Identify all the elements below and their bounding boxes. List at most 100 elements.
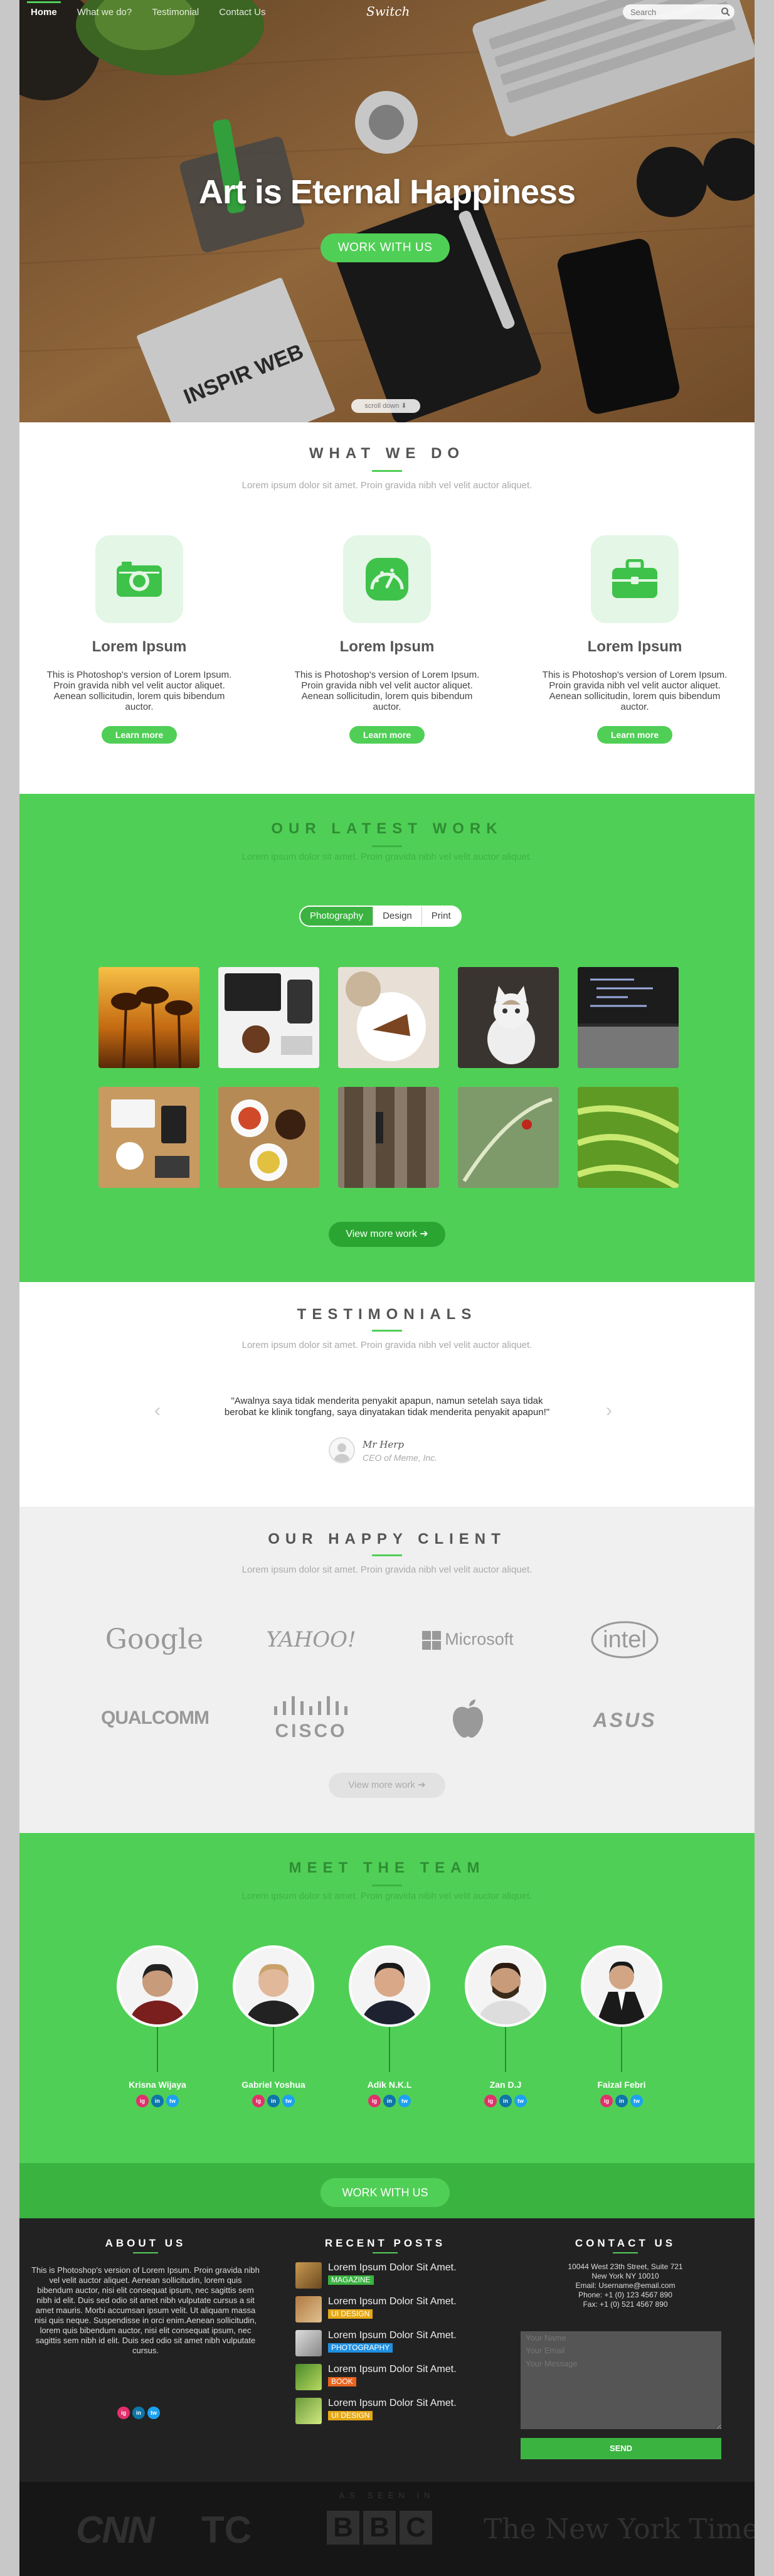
send-button[interactable]: SEND	[521, 2438, 721, 2459]
team-member: Krisna Wijaya ig in tw	[107, 1945, 208, 2107]
twitter-icon[interactable]: tw	[166, 2095, 179, 2107]
briefcase-icon	[591, 535, 679, 623]
bbc-letter-c: C	[400, 2511, 432, 2545]
recent-post[interactable]: Lorem Ipsum Dolor Sit Amet. MAGAZINE	[295, 2262, 457, 2290]
testimonial-author: Mr Herp	[363, 1439, 405, 1450]
instagram-icon[interactable]: ig	[368, 2095, 381, 2107]
title-divider	[372, 845, 402, 847]
linkedin-icon[interactable]: in	[615, 2095, 628, 2107]
message-field[interactable]	[521, 2356, 721, 2429]
recent-post[interactable]: Lorem Ipsum Dolor Sit Amet. UI DESIGN	[295, 2296, 457, 2324]
search-input[interactable]	[623, 4, 734, 19]
twitter-icon[interactable]: tw	[282, 2095, 295, 2107]
team-member-photo[interactable]	[117, 1945, 198, 2027]
what-we-do-title: WHAT WE DO	[309, 445, 465, 462]
nav-what-we-do[interactable]: What we do?	[77, 3, 132, 22]
recent-post[interactable]: Lorem Ipsum Dolor Sit Amet. UI DESIGN	[295, 2398, 457, 2425]
team-work-with-us-button[interactable]: WORK WITH US	[321, 2178, 450, 2207]
view-more-work-button[interactable]: View more work ➔	[329, 1222, 445, 1247]
camera-icon	[95, 535, 183, 623]
gallery-thumb-green-leaves[interactable]	[578, 1087, 679, 1188]
latest-work-subtitle: Lorem ipsum dolor sit amet. Proin gravid…	[241, 852, 533, 862]
title-divider	[372, 1554, 402, 1556]
top-nav: Home What we do? Testimonial Contact Us …	[19, 0, 755, 24]
techcrunch-logo: TC	[201, 2509, 252, 2551]
testimonial-next-arrow[interactable]: ›	[606, 1400, 612, 1421]
cnn-logo: CNN	[76, 2509, 155, 2551]
gallery-thumb-kitten[interactable]	[458, 967, 559, 1068]
scroll-down-button[interactable]: scroll down ⬇	[351, 399, 420, 413]
linkedin-icon[interactable]: in	[151, 2095, 164, 2107]
twitter-icon[interactable]: tw	[398, 2095, 411, 2107]
linkedin-icon[interactable]: in	[383, 2095, 396, 2107]
team-member-name: Krisna Wijaya	[129, 2080, 186, 2090]
learn-more-button[interactable]: Learn more	[349, 726, 425, 744]
team-member-photo[interactable]	[465, 1945, 546, 2027]
team-member-photo[interactable]	[349, 1945, 430, 2027]
twitter-icon[interactable]: tw	[630, 2095, 643, 2107]
recent-post[interactable]: Lorem Ipsum Dolor Sit Amet. PHOTOGRAPHY	[295, 2330, 457, 2358]
service-title: Lorem Ipsum	[92, 638, 187, 655]
team-member-photo[interactable]	[581, 1945, 662, 2027]
testimonial-prev-arrow[interactable]: ‹	[154, 1400, 161, 1421]
team-member: Faizal Febri ig in tw	[571, 1945, 672, 2107]
dashboard-icon	[343, 535, 431, 623]
microsoft-logo: Microsoft	[415, 1630, 521, 1650]
filter-design[interactable]: Design	[373, 907, 421, 926]
gallery-thumb-desk-workspace[interactable]	[218, 967, 319, 1068]
nav-contact-us[interactable]: Contact Us	[219, 3, 265, 22]
post-tag: PHOTOGRAPHY	[328, 2343, 393, 2353]
filter-photography[interactable]: Photography	[300, 907, 373, 926]
instagram-icon[interactable]: ig	[484, 2095, 497, 2107]
brand-logo[interactable]: Switch	[366, 4, 410, 19]
service-text: This is Photoshop's version of Lorem Ips…	[294, 670, 480, 712]
clients-view-more-button[interactable]: View more work ➔	[329, 1773, 445, 1798]
team-member-social: ig in tw	[339, 2095, 440, 2107]
title-divider	[372, 1884, 402, 1886]
testimonial-role: CEO of Meme, Inc.	[363, 1453, 438, 1463]
post-tag: UI DESIGN	[328, 2411, 373, 2420]
instagram-icon[interactable]: ig	[600, 2095, 613, 2107]
team-title: MEET THE TEAM	[289, 1859, 485, 1876]
gallery-thumb-laptop-code[interactable]	[578, 967, 679, 1068]
cisco-logo: CISCO	[258, 1695, 364, 1742]
gallery-thumb-food-table[interactable]	[218, 1087, 319, 1188]
linkedin-icon[interactable]: in	[132, 2407, 145, 2419]
gallery-thumb-flatlay-desk[interactable]	[98, 1087, 199, 1188]
gallery-thumb-ladybug-leaf[interactable]	[458, 1087, 559, 1188]
post-thumbnail	[295, 2330, 322, 2356]
learn-more-button[interactable]: Learn more	[597, 726, 672, 744]
team-connector-line	[157, 2027, 158, 2072]
instagram-icon[interactable]: ig	[136, 2095, 149, 2107]
team-member-name: Faizal Febri	[597, 2080, 646, 2090]
recent-post[interactable]: Lorem Ipsum Dolor Sit Amet. BOOK	[295, 2364, 457, 2392]
hero-work-with-us-button[interactable]: WORK WITH US	[321, 233, 450, 262]
as-seen-in-section: AS SEEN IN CNN TC B B C The New York Tim…	[19, 2482, 755, 2576]
linkedin-icon[interactable]: in	[267, 2095, 280, 2107]
title-divider	[372, 1330, 402, 1332]
team-connector-line	[273, 2027, 274, 2072]
hero-title: Art is Eternal Happiness	[198, 173, 576, 211]
email-field[interactable]	[521, 2344, 721, 2356]
instagram-icon[interactable]: ig	[252, 2095, 265, 2107]
gallery-thumb-cake-coffee[interactable]	[338, 967, 439, 1068]
post-thumbnail	[295, 2398, 322, 2424]
name-field[interactable]	[521, 2331, 721, 2344]
team-section: MEET THE TEAM Lorem ipsum dolor sit amet…	[19, 1833, 755, 2163]
linkedin-icon[interactable]: in	[499, 2095, 512, 2107]
gallery-thumb-sunset-trees[interactable]	[98, 967, 199, 1068]
footer-social: ig in tw	[117, 2407, 160, 2419]
nyt-logo: The New York Times	[484, 2513, 755, 2545]
instagram-icon[interactable]: ig	[117, 2407, 130, 2419]
team-member-photo[interactable]	[233, 1945, 314, 2027]
nav-testimonial[interactable]: Testimonial	[152, 3, 199, 22]
learn-more-button[interactable]: Learn more	[102, 726, 177, 744]
as-seen-in-title: AS SEEN IN	[339, 2491, 435, 2500]
nav-home[interactable]: Home	[27, 1, 61, 22]
service-card: Lorem Ipsum This is Photoshop's version …	[534, 535, 735, 744]
filter-print[interactable]: Print	[421, 907, 460, 926]
twitter-icon[interactable]: tw	[514, 2095, 527, 2107]
search-icon[interactable]	[721, 7, 731, 17]
gallery-thumb-wood-planks[interactable]	[338, 1087, 439, 1188]
twitter-icon[interactable]: tw	[147, 2407, 160, 2419]
